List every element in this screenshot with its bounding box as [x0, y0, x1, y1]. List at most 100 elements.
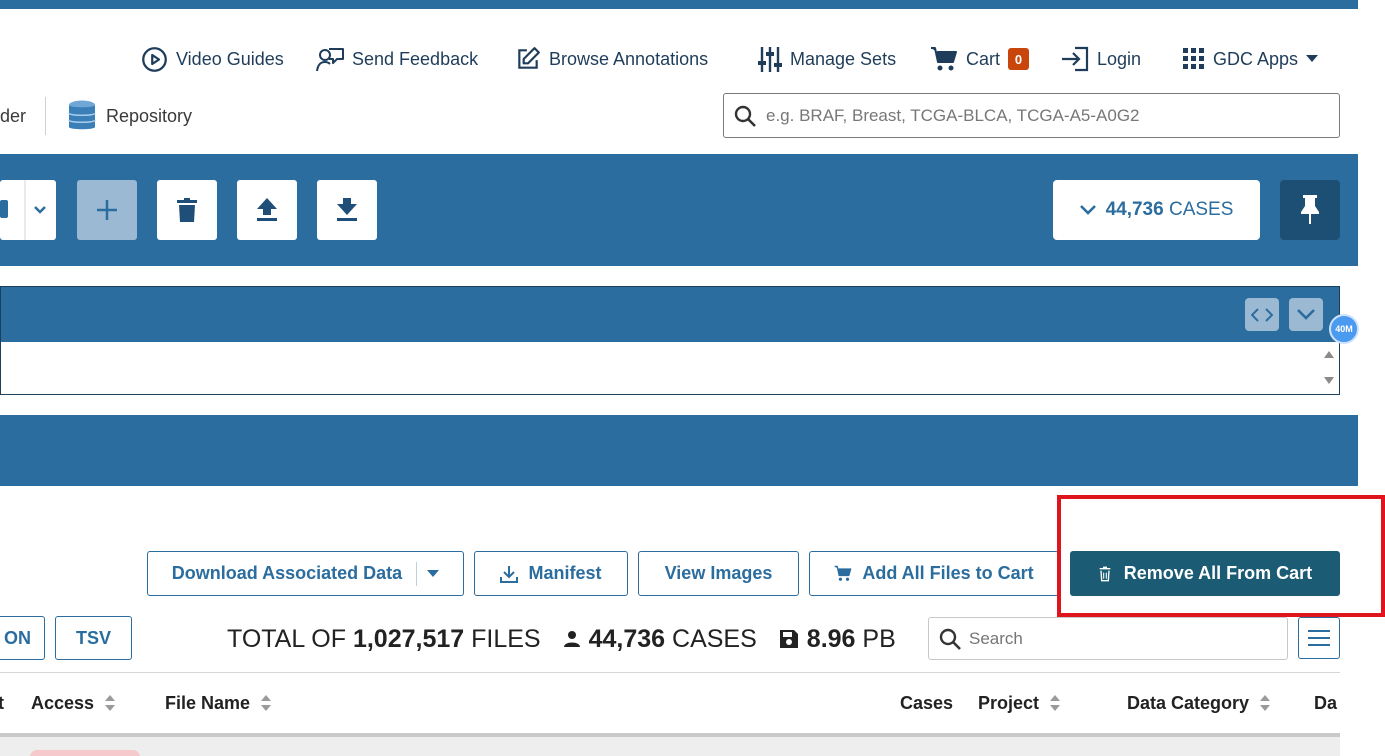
- nav-gdc-apps[interactable]: GDC Apps: [1183, 44, 1319, 74]
- tab-band: [0, 415, 1358, 486]
- nav-video-guides[interactable]: Video Guides: [141, 44, 284, 74]
- json-export-label: ON: [4, 627, 31, 648]
- pin-cohort-button[interactable]: [1280, 180, 1340, 240]
- nav-video-guides-label: Video Guides: [176, 48, 284, 69]
- view-images-label: View Images: [664, 563, 773, 583]
- subnav-repository-label: Repository: [106, 105, 193, 126]
- add-cohort-button[interactable]: [77, 180, 137, 240]
- column-header-partial-right[interactable]: Da: [1314, 690, 1340, 716]
- table-top-divider: [0, 672, 1340, 673]
- subnav-repository[interactable]: Repository: [68, 99, 192, 133]
- access-badge: [30, 750, 140, 756]
- download-associated-data-button[interactable]: Download Associated Data: [147, 551, 464, 596]
- cohort-case-count-button[interactable]: 44,736 CASES: [1053, 180, 1260, 240]
- size-value: 8.96: [806, 624, 856, 653]
- sliders-icon: [758, 46, 782, 72]
- feedback-icon: [316, 47, 344, 71]
- code-icon: [1251, 307, 1273, 322]
- sort-icon[interactable]: [1049, 694, 1061, 712]
- column-header-file-name[interactable]: File Name: [165, 690, 272, 716]
- files-count: 1,027,517: [352, 624, 465, 653]
- subnav-partial-item[interactable]: der: [0, 102, 26, 130]
- column-header-partial[interactable]: t: [0, 690, 4, 716]
- nav-login-label: Login: [1097, 48, 1142, 69]
- json-export-button[interactable]: ON: [0, 616, 45, 660]
- cart-icon: [931, 47, 957, 71]
- tsv-export-button[interactable]: TSV: [55, 616, 132, 660]
- delete-cohort-button[interactable]: [157, 180, 217, 240]
- quick-search-box[interactable]: [723, 93, 1340, 138]
- highlight-box: [1057, 495, 1385, 617]
- pin-icon: [1301, 195, 1319, 224]
- nav-cart-label: Cart: [966, 48, 1001, 69]
- add-all-files-to-cart-button[interactable]: Add All Files to Cart: [809, 551, 1059, 596]
- column-header-label: t: [0, 692, 4, 713]
- table-search-box[interactable]: [928, 617, 1288, 660]
- manifest-button[interactable]: Manifest: [474, 551, 628, 596]
- download-associated-data-label: Download Associated Data: [171, 563, 403, 583]
- column-header-label: Project: [978, 692, 1040, 713]
- files-unit: FILES: [471, 624, 541, 653]
- chevron-down-icon: [1297, 309, 1315, 320]
- nav-cart[interactable]: Cart 0: [930, 44, 1030, 74]
- upload-icon: [257, 198, 277, 221]
- quick-search-input[interactable]: [766, 105, 1306, 126]
- nav-send-feedback-label: Send Feedback: [352, 48, 479, 69]
- totals-prefix: TOTAL OF: [227, 624, 346, 653]
- cart-count-badge: 0: [1008, 48, 1030, 70]
- save-icon: [779, 630, 798, 648]
- menu-icon: [1308, 630, 1330, 646]
- export-cohort-button[interactable]: [317, 180, 377, 240]
- column-header-label: Da: [1314, 692, 1338, 713]
- column-header-label: Cases: [900, 692, 954, 713]
- scroll-down-icon[interactable]: [1323, 376, 1335, 386]
- sort-icon[interactable]: [104, 694, 116, 712]
- table-row[interactable]: [0, 737, 1340, 756]
- column-header-project[interactable]: Project: [978, 690, 1061, 716]
- chevron-down-icon: [1079, 205, 1096, 215]
- column-header-cases[interactable]: Cases: [900, 690, 953, 716]
- search-icon: [939, 628, 961, 650]
- subnav-divider: [45, 97, 46, 135]
- query-expression-body: [0, 342, 1340, 395]
- query-expression-header: [0, 286, 1340, 343]
- column-menu-button[interactable]: [1298, 617, 1340, 659]
- nav-login[interactable]: Login: [1061, 44, 1141, 74]
- add-all-files-label: Add All Files to Cart: [862, 563, 1034, 583]
- login-icon: [1062, 46, 1089, 72]
- cases-unit: CASES: [672, 624, 757, 653]
- manifest-label: Manifest: [528, 563, 602, 583]
- nav-browse-annotations[interactable]: Browse Annotations: [515, 44, 708, 74]
- size-unit: PB: [862, 624, 896, 653]
- sort-icon[interactable]: [1259, 694, 1271, 712]
- table-search-input[interactable]: [969, 628, 1269, 649]
- grid-icon: [1183, 48, 1204, 69]
- case-count-unit: CASES: [1168, 199, 1234, 220]
- caret-down-icon: [1306, 55, 1319, 62]
- totals-summary: TOTAL OF 1,027,517 FILES 44,736 CASES 8.…: [227, 622, 896, 656]
- cohort-dropdown[interactable]: [0, 180, 56, 240]
- plus-icon: [97, 200, 117, 220]
- column-header-data-category[interactable]: Data Category: [1127, 690, 1271, 716]
- column-header-access[interactable]: Access: [31, 690, 116, 716]
- download-icon: [500, 565, 519, 583]
- top-banner-strip: [0, 0, 1358, 9]
- play-circle-icon: [142, 46, 167, 72]
- trash-icon: [177, 198, 197, 222]
- nav-manage-sets[interactable]: Manage Sets: [758, 44, 896, 74]
- collapse-query-button[interactable]: [1289, 298, 1323, 331]
- database-icon: [68, 100, 96, 130]
- toggle-code-view-button[interactable]: [1245, 298, 1279, 331]
- import-cohort-button[interactable]: [237, 180, 297, 240]
- caret-down-icon[interactable]: [427, 569, 440, 578]
- nav-manage-sets-label: Manage Sets: [790, 48, 897, 69]
- sort-icon[interactable]: [260, 694, 272, 712]
- search-icon: [734, 105, 756, 127]
- scroll-up-icon[interactable]: [1323, 349, 1335, 359]
- nav-send-feedback[interactable]: Send Feedback: [316, 44, 478, 74]
- edit-icon: [518, 47, 540, 69]
- cohort-case-count: 44,736 CASES: [1106, 199, 1234, 221]
- view-images-button[interactable]: View Images: [638, 551, 799, 596]
- nav-browse-annotations-label: Browse Annotations: [549, 48, 709, 69]
- case-count-value: 44,736: [1105, 199, 1164, 220]
